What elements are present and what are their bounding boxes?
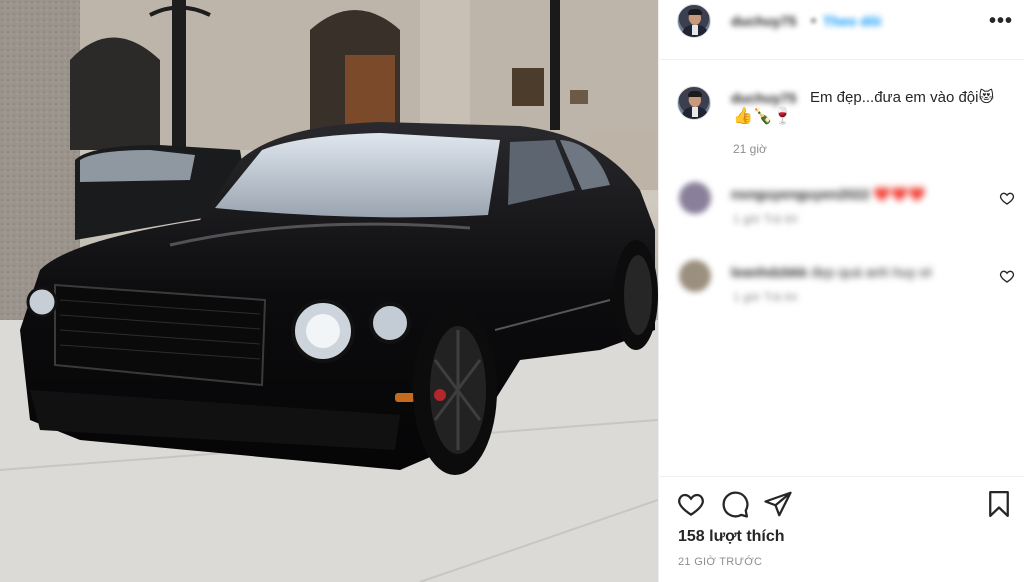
comment-username[interactable]: leanhdzbkk (731, 264, 807, 280)
caption-text: Em đẹp...đưa em vào đội😻 (810, 89, 995, 106)
comment-bubble-icon[interactable] (720, 489, 750, 519)
comment-item: leanhdzbkk đẹp quá anh huy ơi 1 giờ Trả … (659, 260, 1024, 320)
comment-item: nsnguyenguyen2022 ❤️❤️❤️ 1 giờ Trả lời (659, 182, 1024, 242)
post-header: duchuy75 • Theo dõi ••• (659, 0, 1024, 60)
comment-avatar[interactable] (679, 260, 711, 292)
caption-avatar[interactable] (677, 86, 711, 120)
likes-count[interactable]: 158 lượt thích (678, 528, 785, 546)
header-separator: • (811, 12, 816, 28)
save-bookmark-icon[interactable] (984, 489, 1014, 519)
like-comment-heart-icon[interactable] (999, 268, 1015, 284)
caption-username[interactable]: duchuy75 (731, 90, 796, 106)
car-photo-illustration (0, 0, 658, 582)
comment-text: leanhdzbkk đẹp quá anh huy ơi (731, 264, 932, 280)
post-side-panel: duchuy75 • Theo dõi ••• duchuy75 Em đẹp.… (658, 0, 1024, 582)
comment-username[interactable]: nsnguyenguyen2022 (731, 186, 870, 202)
post-actions: 158 lượt thích 21 GIỜ TRƯỚC (659, 476, 1024, 582)
caption-emoji-line: 👍🍾🍷 (733, 108, 793, 125)
post-timestamp[interactable]: 21 GIỜ TRƯỚC (678, 556, 762, 568)
caption-time[interactable]: 21 giờ (733, 142, 767, 156)
like-heart-icon[interactable] (676, 489, 706, 519)
author-username[interactable]: duchuy75 (731, 13, 796, 29)
share-paper-plane-icon[interactable] (763, 489, 793, 519)
comment-meta[interactable]: 1 giờ Trả lời (733, 212, 797, 226)
comment-body: ❤️❤️❤️ (873, 186, 926, 202)
more-options-button[interactable]: ••• (989, 10, 1013, 33)
post-photo[interactable] (0, 0, 658, 582)
follow-button[interactable]: Theo dõi (823, 13, 881, 29)
comment-body: đẹp quá anh huy ơi (811, 264, 932, 280)
like-comment-heart-icon[interactable] (999, 190, 1015, 206)
comment-text: nsnguyenguyen2022 ❤️❤️❤️ (731, 186, 926, 203)
author-avatar[interactable] (677, 4, 711, 38)
comment-meta[interactable]: 1 giờ Trả lời (733, 290, 797, 304)
comment-avatar[interactable] (679, 182, 711, 214)
